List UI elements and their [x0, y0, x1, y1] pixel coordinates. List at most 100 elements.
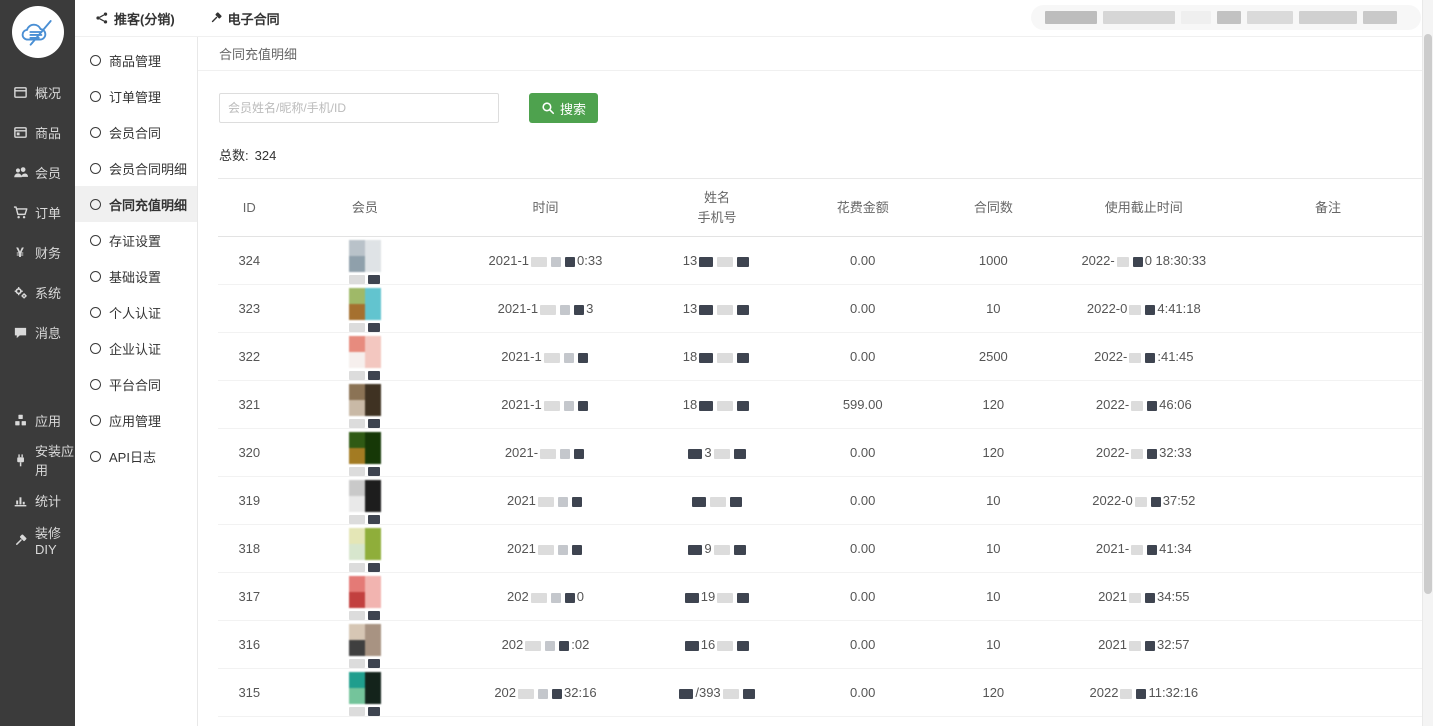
avatar-pixel: [365, 640, 381, 656]
submenu-item-11[interactable]: 应用管理: [75, 402, 197, 438]
redacted-block: [730, 497, 742, 507]
app-logo[interactable]: [12, 6, 64, 58]
redacted-block: [349, 515, 365, 524]
radio-circle-icon: [90, 199, 101, 210]
deadline-text: 2021: [1098, 637, 1127, 652]
redacted-block: [559, 641, 569, 651]
cell-id: 317: [218, 573, 281, 621]
secondary-sidebar: 商品管理订单管理会员合同会员合同明细合同充值明细存证设置基础设置个人认证企业认证…: [75, 36, 198, 726]
page-header: 合同充值明细: [197, 36, 1423, 71]
total-count: 总数:324: [219, 145, 1423, 164]
cell-remark: [1234, 573, 1422, 621]
submenu-item-label: 平台合同: [109, 375, 161, 394]
cell-spent: 0.00: [792, 573, 933, 621]
deadline-text: 37:52: [1163, 493, 1196, 508]
cell-member: [281, 285, 450, 333]
submenu-item-8[interactable]: 个人认证: [75, 294, 197, 330]
time-text: 2021-1: [489, 253, 529, 268]
top-tab-1[interactable]: 推客(分销): [95, 9, 175, 28]
scrollbar[interactable]: [1422, 0, 1433, 726]
table-row: 3242021-10:33130.0010002022-0 18:30:33: [218, 237, 1422, 285]
submenu-item-3[interactable]: 会员合同: [75, 114, 197, 150]
cell-time: 2021-1: [449, 333, 642, 381]
time-text: 2021-1: [501, 397, 541, 412]
time-text: 202: [494, 685, 516, 700]
radio-circle-icon: [90, 307, 101, 318]
redacted-block: [734, 545, 746, 555]
redacted-block: [544, 401, 560, 411]
redacted-block: [1147, 401, 1157, 411]
search-icon: [541, 101, 555, 115]
cell-deadline: 202134:55: [1054, 573, 1235, 621]
submenu-item-10[interactable]: 平台合同: [75, 366, 197, 402]
cell-deadline: 2022-46:06: [1054, 381, 1235, 429]
top-tab-2[interactable]: 电子合同: [209, 9, 280, 28]
sidebar-item-2[interactable]: 商品: [0, 112, 75, 152]
sidebar-item-label: 应用: [35, 411, 61, 430]
table-row: 3222021-1180.0025002022-:41:45: [218, 333, 1422, 381]
deadline-text: 2022-: [1094, 349, 1127, 364]
submenu-item-7[interactable]: 基础设置: [75, 258, 197, 294]
redacted-block: [1363, 11, 1397, 24]
cell-remark: [1234, 237, 1422, 285]
avatar-pixel: [365, 480, 381, 496]
redacted-block: [1131, 401, 1143, 411]
sidebar-item-9[interactable]: 安装应用: [0, 440, 75, 480]
cell-id: 316: [218, 621, 281, 669]
main-content: 合同充值明细 搜索 总数:324 ID会员时间姓名手机号花费金额合同数使用截止时…: [197, 36, 1423, 726]
redacted-block: [349, 659, 365, 668]
deadline-text: 2022-: [1081, 253, 1114, 268]
cell-contracts: 120: [933, 381, 1053, 429]
app-window: 概况商品会员订单¥财务系统消息应用安装应用统计装修DIY 推客(分销)电子合同 …: [0, 0, 1433, 726]
member-nickname-redacted: [281, 515, 450, 524]
sidebar-item-11[interactable]: 装修DIY: [0, 520, 75, 560]
sidebar-item-7[interactable]: 消息: [0, 312, 75, 352]
cell-time: 2021: [449, 525, 642, 573]
member-nickname-redacted: [281, 323, 450, 332]
redacted-block: [368, 707, 380, 716]
avatar-pixel: [365, 240, 381, 256]
redacted-block: [368, 659, 380, 668]
sidebar-item-3[interactable]: 会员: [0, 152, 75, 192]
cloud-pen-logo-icon: [16, 10, 60, 54]
redacted-block: [717, 353, 733, 363]
submenu-item-12[interactable]: API日志: [75, 438, 197, 474]
sidebar-item-10[interactable]: 统计: [0, 480, 75, 520]
deadline-text: 32:33: [1159, 445, 1192, 460]
search-button[interactable]: 搜索: [529, 93, 598, 123]
search-input[interactable]: [219, 93, 499, 123]
redacted-block: [688, 545, 702, 555]
submenu-item-2[interactable]: 订单管理: [75, 78, 197, 114]
redacted-block: [572, 497, 582, 507]
sidebar-item-4[interactable]: 订单: [0, 192, 75, 232]
redacted-block: [540, 305, 556, 315]
sidebar-item-8[interactable]: 应用: [0, 400, 75, 440]
submenu-item-6[interactable]: 存证设置: [75, 222, 197, 258]
redacted-block: [1131, 449, 1143, 459]
sidebar-item-label: 安装应用: [35, 441, 75, 479]
redacted-block: [560, 449, 570, 459]
cell-deadline: 2022-037:52: [1054, 477, 1235, 525]
table-row: 31920210.00102022-037:52: [218, 477, 1422, 525]
sidebar-item-label: 会员: [35, 163, 61, 182]
member-avatar: [349, 672, 381, 704]
cell-remark: [1234, 333, 1422, 381]
scrollbar-thumb[interactable]: [1424, 34, 1432, 594]
sidebar-item-5[interactable]: ¥财务: [0, 232, 75, 272]
submenu-item-5[interactable]: 合同充值明细: [75, 186, 197, 222]
gavel-icon: [209, 11, 223, 25]
submenu-item-9[interactable]: 企业认证: [75, 330, 197, 366]
sidebar-item-1[interactable]: 概况: [0, 72, 75, 112]
user-info-redacted[interactable]: [1031, 5, 1421, 30]
redacted-block: [737, 641, 749, 651]
submenu-item-4[interactable]: 会员合同明细: [75, 150, 197, 186]
avatar-pixel: [365, 544, 381, 560]
redacted-block: [699, 257, 713, 267]
avatar-pixel: [349, 304, 365, 320]
redacted-block: [578, 353, 588, 363]
sidebar-item-6[interactable]: 系统: [0, 272, 75, 312]
submenu-item-1[interactable]: 商品管理: [75, 42, 197, 78]
redacted-block: [737, 257, 749, 267]
top-tabs: 推客(分销) 电子合同: [75, 9, 280, 28]
redacted-block: [717, 257, 733, 267]
